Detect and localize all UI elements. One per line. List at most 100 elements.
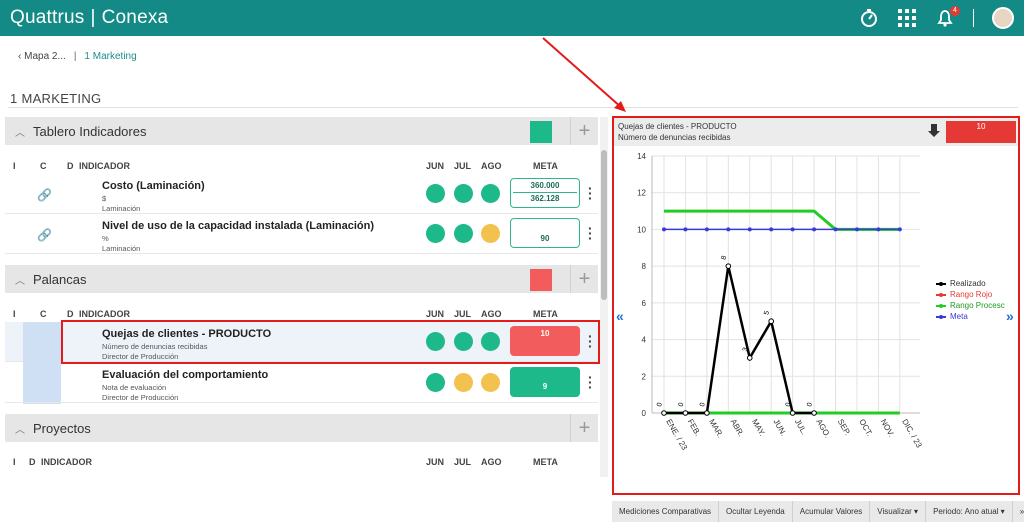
row-highlight [23,322,61,362]
apps-grid-icon[interactable] [897,8,917,28]
download-icon[interactable] [928,124,940,141]
table-row[interactable]: Evaluación del comportamiento Nota de ev… [5,363,598,403]
status-dot-jun[interactable] [426,373,445,392]
realizado-point [768,318,774,325]
col-ago: AGO [481,457,502,467]
status-dot-jul[interactable] [454,184,473,203]
y-tick-label: 4 [642,336,647,345]
status-dot-ago[interactable] [481,373,500,392]
more-options-icon[interactable]: » [1013,501,1024,522]
realizado-point [704,410,710,416]
meta-point [683,227,688,232]
x-tick-label: OCT. [857,418,874,438]
data-label: 0 [699,402,707,408]
scrollbar-thumb[interactable] [601,150,607,300]
chart-subtitle: Número de denuncias recibidas [618,133,731,142]
col-ago: AGO [481,161,502,171]
section-title: Proyectos [33,420,91,436]
x-tick-label: SEP. [836,418,852,437]
section-palancas[interactable]: ︿ Palancas + [5,265,598,293]
col-indicator: INDICADOR [79,161,130,171]
col-meta: META [533,161,558,171]
row-menu-icon[interactable]: · · · [588,370,593,394]
notification-bell-icon[interactable]: 4 [935,6,960,28]
add-indicator-button[interactable]: + [570,414,598,442]
col-d: D [67,309,74,319]
section-tablero[interactable]: ︿ Tablero Indicadores + [5,117,598,145]
legend-item[interactable]: Rango Rojo [936,289,1005,300]
legend-label: Realizado [950,279,986,288]
chart-value-badge: 10 [946,121,1016,143]
col-jul: JUL [454,309,472,319]
y-tick-label: 12 [637,189,646,198]
meta-point [897,227,902,232]
x-tick-label: NOV. [879,418,896,439]
meta-target: 360.000 [530,181,560,190]
legend-item[interactable]: Realizado [936,278,1005,289]
period-dropdown[interactable]: Periodo: Ano atual ▾ [926,501,1013,522]
meta-value-box[interactable]: 9 [510,367,580,397]
legend-item[interactable]: Meta [936,311,1005,322]
row-menu-icon[interactable]: · · · [588,181,593,205]
brand-logo[interactable]: Quattrus | Conexa [10,7,168,29]
brand-left: Quattrus [10,7,85,28]
realizado-point [746,355,753,361]
table-row[interactable]: 🔗 Costo (Laminación) $ Laminación 360.00… [5,174,598,214]
visualize-dropdown[interactable]: Visualizar ▾ [870,501,927,522]
meta-point [726,227,731,232]
legend-item[interactable]: Rango Procesc [936,300,1005,311]
chevron-up-icon[interactable]: ︿ [15,124,27,139]
meta-actual: 362.128 [530,194,560,203]
link-icon[interactable]: 🔗 [37,188,52,202]
hide-legend-button[interactable]: Ocultar Leyenda [719,501,793,522]
section-proyectos[interactable]: ︿ Proyectos + [5,414,598,442]
legend-label: Meta [950,312,968,321]
status-dot-jun[interactable] [426,224,445,243]
data-label: 0 [806,402,814,408]
indicator-unit: Nota de evaluación [102,383,167,392]
breadcrumb: ‹ Mapa 2... | 1 Marketing [18,51,137,62]
indicator-owner: Director de Producción [102,393,179,402]
breadcrumb-back[interactable]: ‹ Mapa 2... [18,51,66,62]
chevron-up-icon[interactable]: ︿ [15,272,27,287]
indicator-unit: $ [102,194,107,203]
stopwatch-icon[interactable] [859,8,879,28]
row-menu-icon[interactable]: · · · [588,221,593,245]
title-divider [8,107,1018,108]
accumulate-values-button[interactable]: Acumular Valores [793,501,871,522]
meta-value-box[interactable]: 360.000 362.128 [510,178,580,208]
col-jun: JUN [426,309,445,319]
data-label: 5 [763,310,771,316]
legend-label: Rango Procesc [950,301,1005,310]
link-icon[interactable]: 🔗 [37,228,52,242]
top-bar: Quattrus | Conexa 4 [0,0,1024,36]
y-tick-label: 0 [642,409,647,418]
meta-value-box[interactable]: 90 [510,218,580,248]
breadcrumb-divider: | [73,51,77,62]
comparative-measurements-button[interactable]: Mediciones Comparativas [612,501,720,522]
status-dot-jun[interactable] [426,184,445,203]
col-meta: META [533,457,558,467]
status-dot-ago[interactable] [481,184,500,203]
chevron-up-icon[interactable]: ︿ [15,421,27,436]
chart-toolbar: Mediciones Comparativas Ocultar Leyenda … [612,501,1024,522]
indicators-panel: ︿ Tablero Indicadores + I C D INDICADOR … [5,117,598,477]
col-d: D [29,457,36,467]
status-dot-ago[interactable] [481,224,500,243]
table-header: I C D INDICADOR JUN JUL AGO META [5,161,598,175]
data-label: 0 [656,402,664,408]
table-row[interactable]: 🔗 Nivel de uso de la capacidad instalada… [5,214,598,254]
chart-title: Quejas de clientes - PRODUCTO [618,122,737,131]
y-tick-label: 2 [642,372,647,381]
status-dot-jul[interactable] [454,224,473,243]
breadcrumb-current[interactable]: 1 Marketing [84,51,136,62]
y-tick-label: 8 [642,262,647,271]
realizado-point [682,410,689,416]
col-ago: AGO [481,309,502,319]
add-indicator-button[interactable]: + [570,117,598,145]
brand-right: Conexa [101,7,169,28]
meta-point [876,227,881,232]
status-dot-jul[interactable] [454,373,473,392]
add-indicator-button[interactable]: + [570,265,598,293]
user-avatar[interactable] [992,7,1014,29]
